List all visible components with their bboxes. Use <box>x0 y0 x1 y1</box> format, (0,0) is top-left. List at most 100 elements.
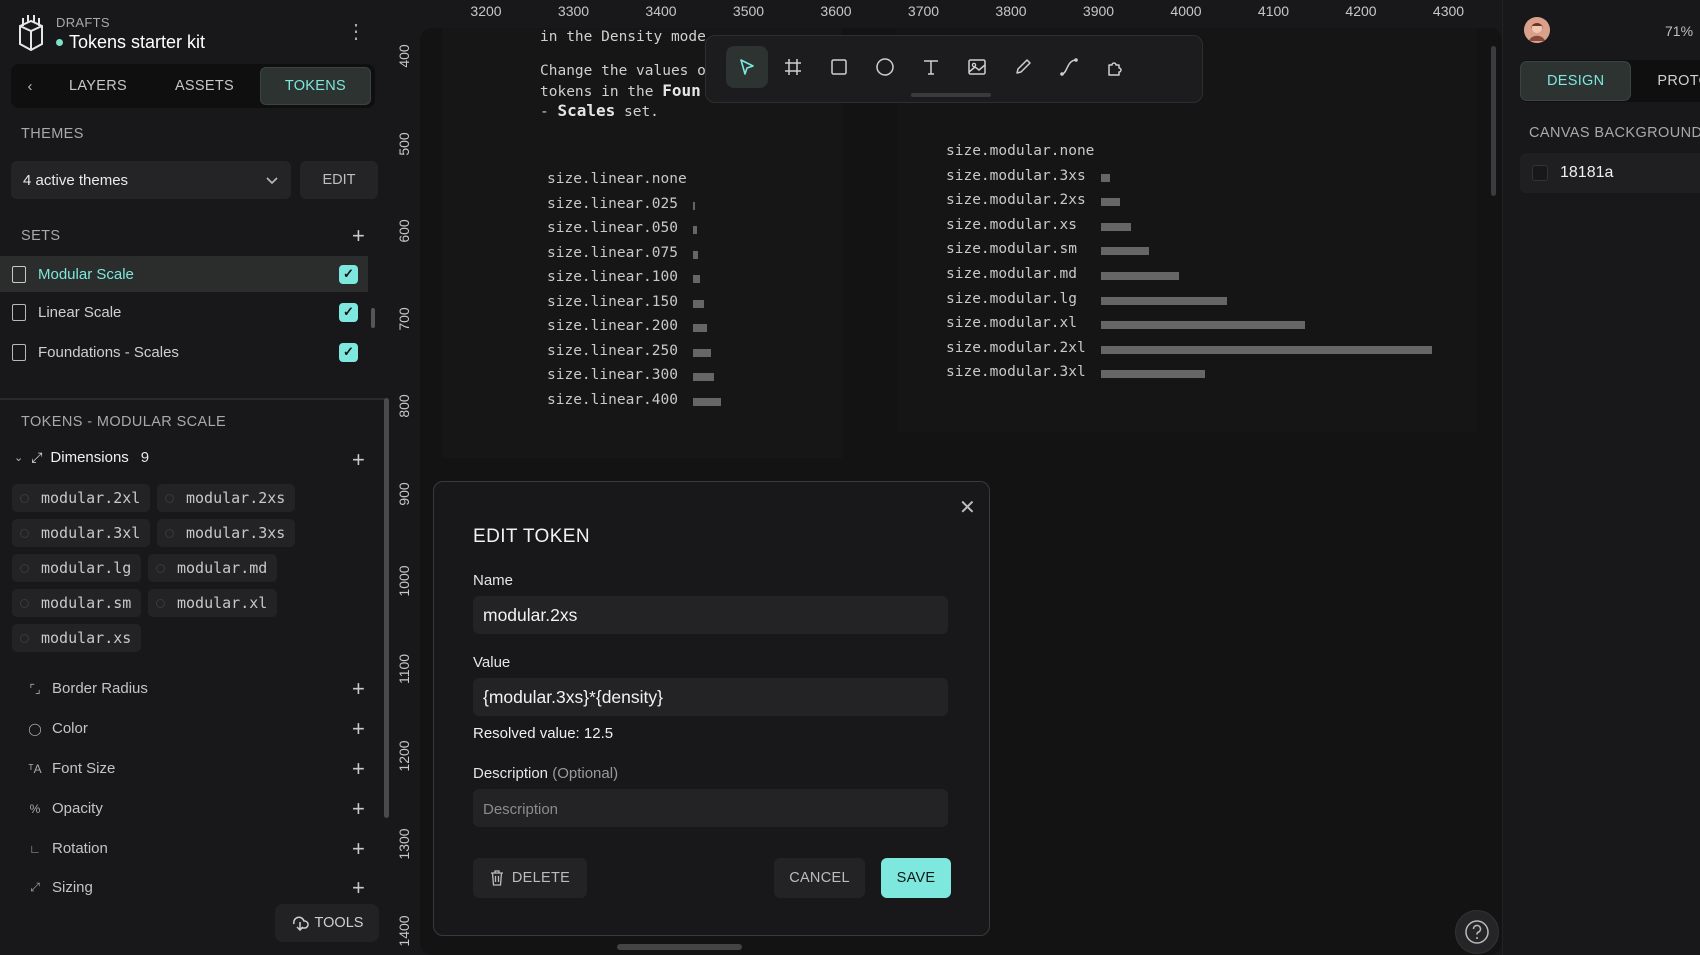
add-border-radius-icon[interactable]: + <box>352 678 365 700</box>
path-tool-button[interactable] <box>1048 46 1090 88</box>
token-pill[interactable]: modular.3xl <box>12 519 151 547</box>
tab-layers[interactable]: LAYERS <box>45 67 151 105</box>
help-button[interactable] <box>1455 910 1499 954</box>
modular-token-label: size.modular.lg <box>946 290 1077 307</box>
token-pill[interactable]: modular.lg <box>12 554 142 582</box>
modular-token-bar <box>1101 198 1121 207</box>
delete-button[interactable]: DELETE <box>473 858 587 898</box>
project-kicker: DRAFTS <box>56 15 110 30</box>
rectangle-tool-button[interactable] <box>818 46 860 88</box>
ruler-x-tick: 4100 <box>1257 3 1290 19</box>
canvas-background-value: 18181a <box>1560 164 1614 181</box>
plugin-tool-button[interactable] <box>1094 46 1136 88</box>
project-menu-icon[interactable]: ⋮ <box>346 22 366 42</box>
set-checkbox[interactable]: ✓ <box>339 302 358 322</box>
set-checkbox[interactable]: ✓ <box>339 264 358 284</box>
image-tool-button[interactable] <box>956 46 998 88</box>
token-category-opacity[interactable]: % Opacity <box>28 800 103 817</box>
ruler-x-tick: 3500 <box>732 3 765 19</box>
pencil-icon <box>1016 59 1031 74</box>
text-icon <box>924 60 938 75</box>
ruler-y-tick: 1200 <box>396 740 412 772</box>
linear-token-bar <box>693 226 697 234</box>
token-pill[interactable]: modular.2xs <box>157 484 296 512</box>
add-opacity-icon[interactable]: + <box>352 798 365 820</box>
add-sizing-icon[interactable]: + <box>352 877 365 899</box>
set-checkbox[interactable]: ✓ <box>339 342 358 362</box>
linear-token-bar <box>693 201 695 210</box>
help-icon <box>1465 920 1489 944</box>
linear-token-bar <box>693 397 721 406</box>
canvas-vertical-scrollbar[interactable] <box>1491 46 1496 196</box>
tokens-scrollbar[interactable] <box>384 398 389 818</box>
close-icon[interactable]: ✕ <box>959 495 976 520</box>
token-pill[interactable]: modular.xl <box>148 589 278 617</box>
token-category-border-radius[interactable]: ⌜⌟ Border Radius <box>28 680 148 697</box>
ruler-vertical: 400 500 600 700 800 900 1000 1100 1200 1300 1400 <box>392 26 418 955</box>
app-logo-icon[interactable] <box>14 12 48 56</box>
sets-label: SETS <box>21 228 61 244</box>
font-size-icon: ᵀA <box>28 761 42 776</box>
modular-token-bar <box>1101 321 1306 330</box>
pencil-tool-button[interactable] <box>1002 46 1044 88</box>
ruler-y-tick: 1300 <box>396 827 412 860</box>
add-set-icon[interactable]: + <box>352 225 365 247</box>
token-pill[interactable]: modular.3xs <box>157 519 296 547</box>
modular-token-bar <box>1101 247 1149 256</box>
canvas-note-line: - Scales set. <box>540 101 659 120</box>
token-pill[interactable]: modular.xs <box>12 624 142 652</box>
add-color-icon[interactable]: + <box>352 718 365 740</box>
frame-tool-button[interactable] <box>772 46 814 88</box>
select-tool-button[interactable] <box>726 46 768 88</box>
plugin-icon <box>1108 62 1122 76</box>
tab-prototype[interactable]: PROTO <box>1631 61 1700 101</box>
description-input[interactable] <box>473 789 948 827</box>
zoom-level[interactable]: 71% <box>1665 23 1693 39</box>
linear-token-bar <box>693 299 704 308</box>
token-category-sizing[interactable]: ⤢ Sizing <box>28 879 93 896</box>
tab-design[interactable]: DESIGN <box>1520 61 1632 101</box>
trash-icon <box>490 870 503 886</box>
token-pill[interactable]: modular.md <box>148 554 278 582</box>
tab-assets[interactable]: ASSETS <box>151 67 258 105</box>
tools-button[interactable]: TOOLS <box>275 904 379 942</box>
path-icon <box>1060 58 1078 76</box>
dialog-title: EDIT TOKEN <box>473 526 590 547</box>
token-category-color[interactable]: ◯ Color <box>28 720 88 737</box>
add-rotation-icon[interactable]: + <box>352 838 365 860</box>
project-name[interactable]: Tokens starter kit <box>56 32 205 53</box>
canvas-horizontal-scrollbar[interactable] <box>617 944 742 950</box>
modular-token-label: size.modular.2xl <box>946 339 1086 356</box>
token-category-rotation[interactable]: ∟ Rotation <box>28 840 108 857</box>
cancel-button[interactable]: CANCEL <box>774 858 865 898</box>
token-pill[interactable]: modular.sm <box>12 589 142 617</box>
linear-token-bar <box>693 250 699 259</box>
user-avatar[interactable] <box>1524 17 1550 43</box>
token-pill[interactable]: modular.2xl <box>12 484 151 512</box>
edit-themes-button[interactable]: EDIT <box>300 161 378 199</box>
ellipse-icon <box>876 58 894 76</box>
save-button[interactable]: SAVE <box>881 858 951 898</box>
set-item-linear-scale[interactable]: Linear Scale ✓ <box>0 294 368 330</box>
add-dimension-icon[interactable]: + <box>352 449 365 471</box>
canvas-background-field[interactable]: 18181a <box>1520 153 1700 193</box>
optional-hint: (Optional) <box>552 765 619 782</box>
tab-tokens[interactable]: TOKENS <box>259 67 371 105</box>
set-item-foundations-scales[interactable]: Foundations - Scales ✓ <box>0 334 368 370</box>
themes-select[interactable]: 4 active themes <box>11 161 291 199</box>
collapse-back-icon[interactable]: ‹ <box>15 78 45 95</box>
linear-token-label: size.linear.100 <box>547 269 678 285</box>
add-font-size-icon[interactable]: + <box>352 758 365 780</box>
toolbar-drag-handle[interactable] <box>911 93 991 97</box>
sizing-icon: ⤢ <box>30 880 40 894</box>
token-category-font-size[interactable]: ᵀA Font Size <box>28 760 115 777</box>
ellipse-tool-button[interactable] <box>864 46 906 88</box>
name-input[interactable] <box>473 596 948 634</box>
text-tool-button[interactable] <box>910 46 952 88</box>
sets-scrollbar[interactable] <box>371 308 375 328</box>
set-item-modular-scale[interactable]: Modular Scale ✓ <box>0 256 368 292</box>
color-swatch[interactable] <box>1532 165 1548 181</box>
sidebar-divider <box>0 398 385 400</box>
token-group-dimensions[interactable]: ⌄ ⤢ Dimensions 9 <box>14 449 149 466</box>
value-input[interactable] <box>473 678 948 716</box>
